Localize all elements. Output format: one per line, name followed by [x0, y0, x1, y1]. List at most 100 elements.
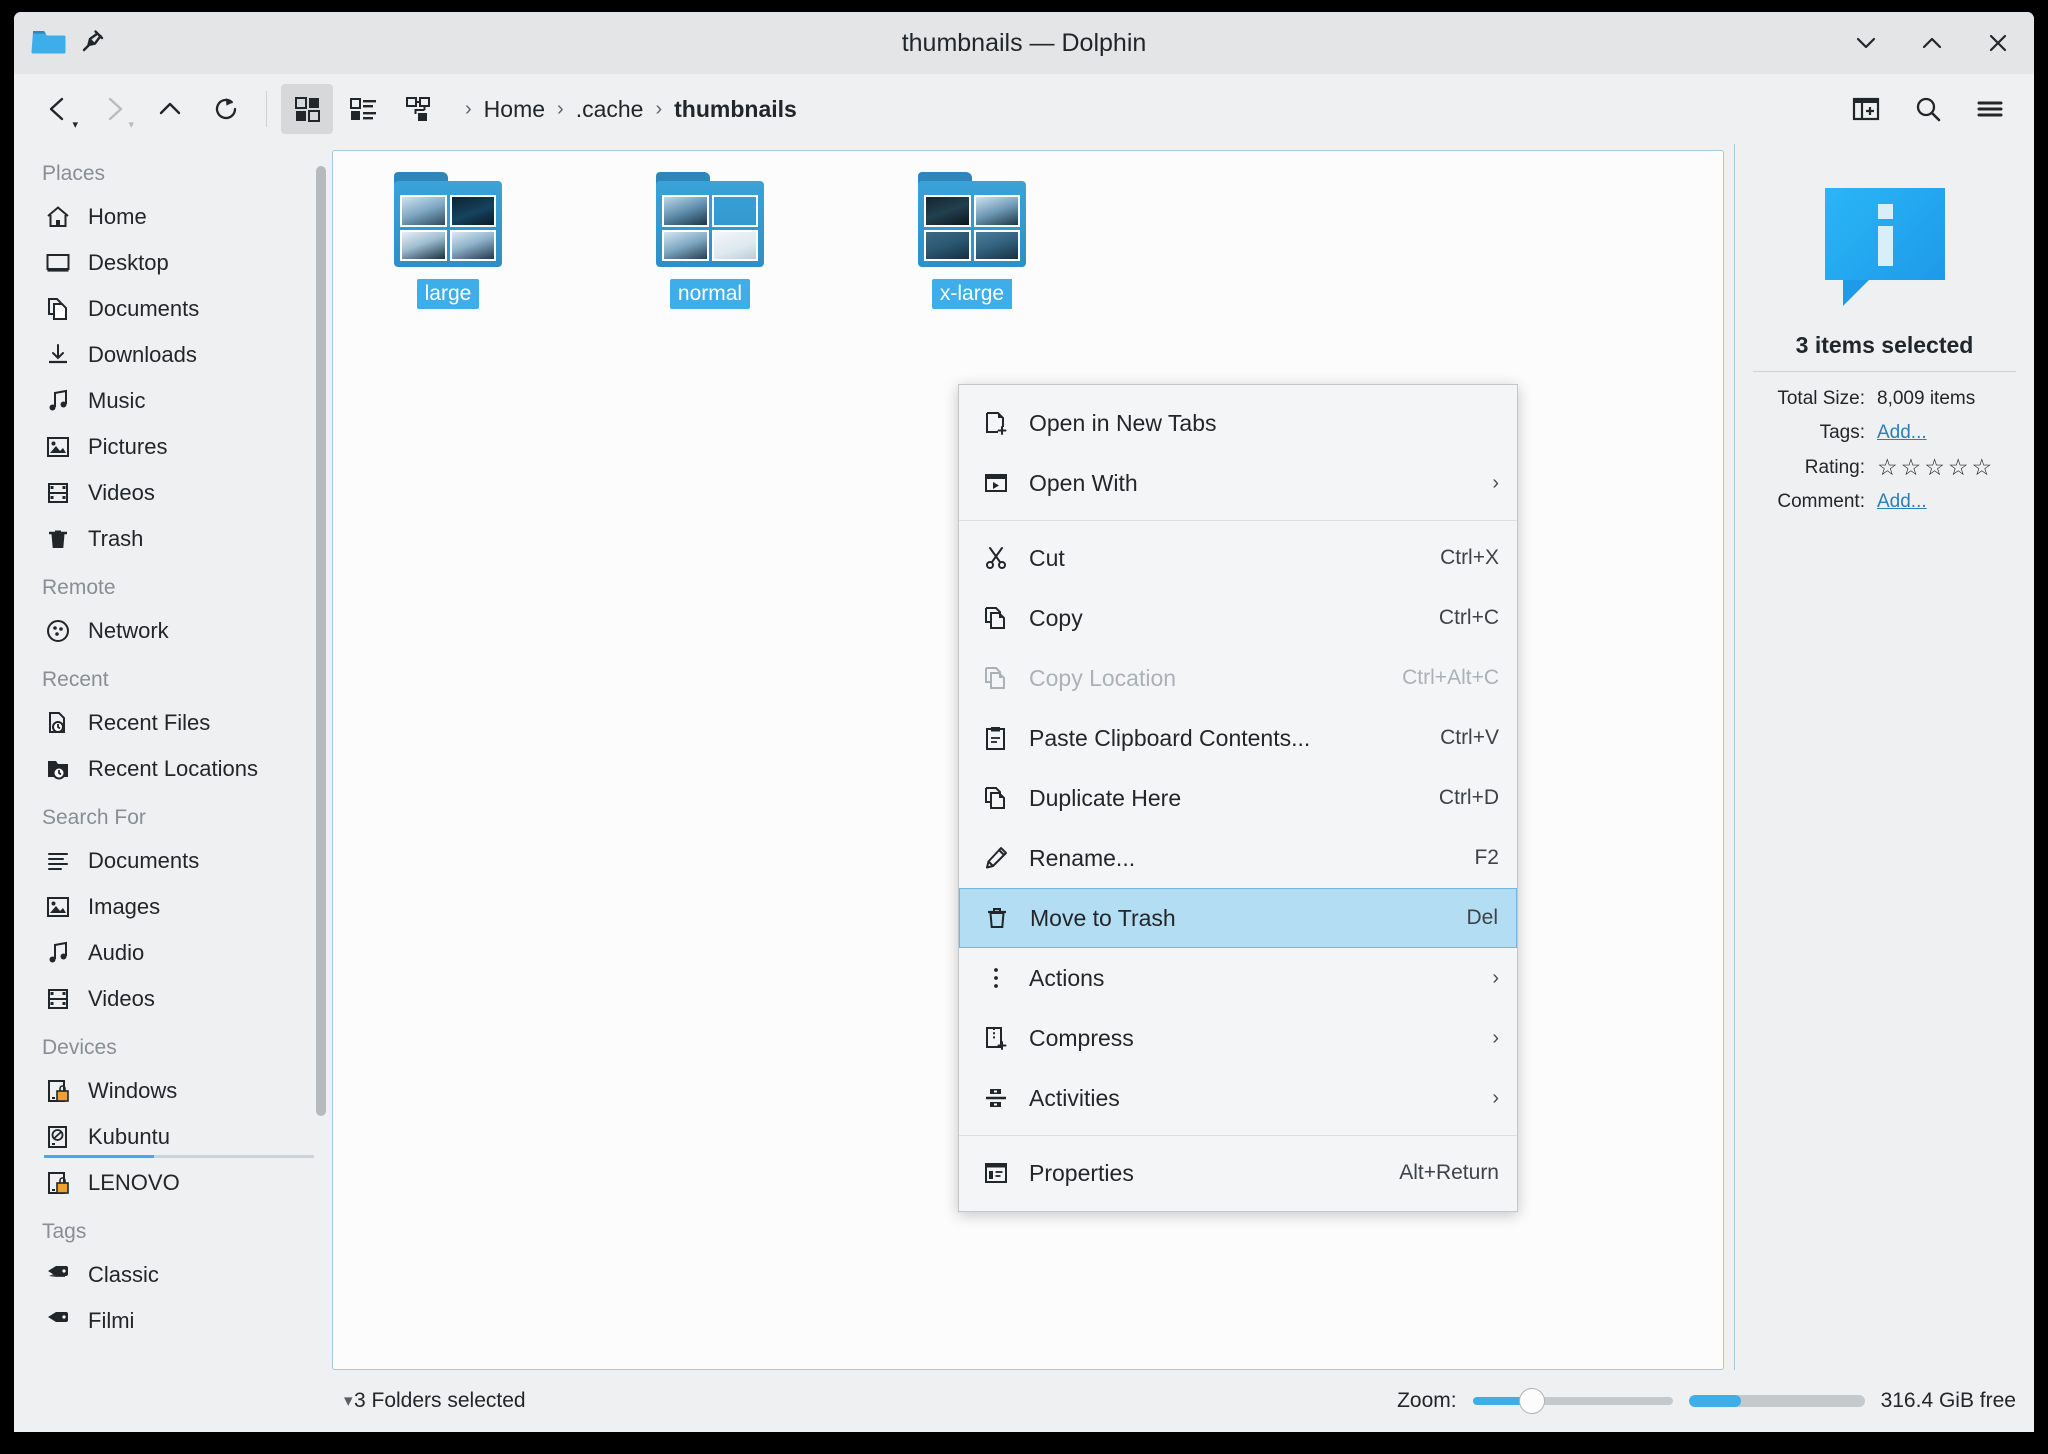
- sidebar-scrollbar[interactable]: [316, 166, 328, 1316]
- view-icons-button[interactable]: [281, 84, 333, 134]
- sidebar-item-videos[interactable]: Videos: [14, 470, 332, 516]
- context-menu[interactable]: Open in New Tabs Open With › Cut Ctrl+X: [958, 384, 1518, 1212]
- sidebar-item-label: Pictures: [88, 434, 167, 460]
- window-title: thumbnails — Dolphin: [14, 29, 2034, 58]
- context-menu-item-open-with[interactable]: Open With ›: [959, 453, 1517, 513]
- context-menu-separator: [959, 520, 1517, 521]
- search-images-icon: [44, 893, 72, 921]
- info-row-comment: Comment: Add...: [1753, 491, 2016, 513]
- file-label[interactable]: large: [417, 279, 480, 309]
- star-icon[interactable]: ☆: [1877, 456, 1898, 479]
- context-menu-item-actions[interactable]: Actions ›: [959, 948, 1517, 1008]
- breadcrumb-item-cache[interactable]: .cache: [576, 96, 644, 123]
- rating-stars[interactable]: ☆ ☆ ☆ ☆ ☆: [1877, 456, 1992, 479]
- music-icon: [44, 387, 72, 415]
- context-menu-item-compress[interactable]: Compress ›: [959, 1008, 1517, 1068]
- forward-dropdown-caret[interactable]: ▾: [128, 120, 134, 131]
- star-icon[interactable]: ☆: [1972, 456, 1993, 479]
- sidebar-item-search-images[interactable]: Images: [14, 884, 332, 930]
- search-icon[interactable]: [1902, 84, 1954, 134]
- info-key: Tags:: [1753, 422, 1877, 444]
- star-icon[interactable]: ☆: [1901, 456, 1922, 479]
- breadcrumb-item-home[interactable]: Home: [484, 96, 545, 123]
- context-menu-item-label: Activities: [1029, 1085, 1464, 1112]
- zoom-slider-handle[interactable]: [1519, 1388, 1545, 1414]
- context-menu-item-move-to-trash[interactable]: Move to Trash Del: [959, 888, 1517, 948]
- activities-icon: [981, 1083, 1011, 1113]
- sidebar-item-label: Desktop: [88, 250, 169, 276]
- sidebar-item-recent-locations[interactable]: Recent Locations: [14, 746, 332, 792]
- view-details-button[interactable]: [393, 84, 445, 134]
- close-button[interactable]: [1978, 23, 2018, 63]
- forward-button[interactable]: ▾: [88, 84, 140, 134]
- pin-icon[interactable]: [80, 28, 106, 59]
- context-menu-item-rename[interactable]: Rename... F2: [959, 828, 1517, 888]
- context-menu-item-properties[interactable]: Properties Alt+Return: [959, 1143, 1517, 1203]
- file-item[interactable]: large: [373, 181, 523, 309]
- context-menu-item-activities[interactable]: Activities ›: [959, 1068, 1517, 1128]
- free-space-bar[interactable]: [1689, 1395, 1865, 1407]
- new-tab-icon: [981, 408, 1011, 438]
- back-button[interactable]: ▾: [32, 84, 84, 134]
- sidebar-item-lenovo[interactable]: LENOVO: [14, 1160, 332, 1206]
- context-menu-separator: [959, 1135, 1517, 1136]
- breadcrumb-item-thumbnails[interactable]: thumbnails: [674, 96, 797, 123]
- view-compact-button[interactable]: [337, 84, 389, 134]
- sidebar-item-tag-filmi[interactable]: Filmi: [14, 1298, 332, 1344]
- sidebar-item-label: Audio: [88, 940, 144, 966]
- file-label[interactable]: normal: [670, 279, 750, 309]
- sidebar-item-home[interactable]: Home: [14, 194, 332, 240]
- comment-add-link[interactable]: Add...: [1877, 491, 1927, 513]
- trash-icon: [44, 525, 72, 553]
- sidebar-item-recent-files[interactable]: Recent Files: [14, 700, 332, 746]
- star-icon[interactable]: ☆: [1948, 456, 1969, 479]
- file-item[interactable]: normal: [635, 181, 785, 309]
- videos-icon: [44, 479, 72, 507]
- context-menu-item-shortcut: F2: [1474, 846, 1499, 870]
- sidebar-item-trash[interactable]: Trash: [14, 516, 332, 562]
- context-menu-item-label: Cut: [1029, 545, 1422, 572]
- context-menu-item-cut[interactable]: Cut Ctrl+X: [959, 528, 1517, 588]
- zoom-slider[interactable]: [1473, 1388, 1673, 1414]
- up-button[interactable]: [144, 84, 196, 134]
- context-menu-item-open-in-new-tabs[interactable]: Open in New Tabs: [959, 393, 1517, 453]
- split-view-button[interactable]: [1840, 84, 1892, 134]
- information-panel: 3 items selected Total Size: 8,009 items…: [1734, 144, 2034, 1370]
- hamburger-menu-icon[interactable]: [1964, 84, 2016, 134]
- sidebar-item-search-audio[interactable]: Audio: [14, 930, 332, 976]
- file-label[interactable]: x-large: [932, 279, 1012, 309]
- rename-icon: [981, 843, 1011, 873]
- sidebar-item-label: Kubuntu: [88, 1124, 170, 1150]
- properties-icon: [981, 1158, 1011, 1188]
- context-menu-item-paste-clipboard-contents[interactable]: Paste Clipboard Contents... Ctrl+V: [959, 708, 1517, 768]
- sidebar-item-windows[interactable]: Windows: [14, 1068, 332, 1114]
- sidebar-item-documents[interactable]: Documents: [14, 286, 332, 332]
- tag-icon: [44, 1261, 72, 1289]
- reload-button[interactable]: [200, 84, 252, 134]
- sidebar-item-pictures[interactable]: Pictures: [14, 424, 332, 470]
- maximize-button[interactable]: [1912, 23, 1952, 63]
- tags-add-link[interactable]: Add...: [1877, 422, 1927, 444]
- chevron-right-icon: ›: [1492, 967, 1499, 990]
- status-expand-caret-icon[interactable]: ▾: [344, 1391, 353, 1411]
- sidebar-item-tag-classic[interactable]: Classic: [14, 1252, 332, 1298]
- breadcrumb: › Home › .cache › thumbnails: [465, 96, 797, 123]
- sidebar-item-network[interactable]: Network: [14, 608, 332, 654]
- sidebar-item-music[interactable]: Music: [14, 378, 332, 424]
- breadcrumb-separator: ›: [655, 98, 662, 121]
- back-dropdown-caret[interactable]: ▾: [72, 120, 78, 131]
- toolbar: ▾ ▾: [14, 74, 2034, 144]
- star-icon[interactable]: ☆: [1924, 456, 1945, 479]
- context-menu-item-duplicate-here[interactable]: Duplicate Here Ctrl+D: [959, 768, 1517, 828]
- file-item[interactable]: x-large: [897, 181, 1047, 309]
- sidebar-item-downloads[interactable]: Downloads: [14, 332, 332, 378]
- info-value: 8,009 items: [1877, 388, 1975, 410]
- sidebar-item-search-videos[interactable]: Videos: [14, 976, 332, 1022]
- chevron-right-icon: ›: [1492, 1087, 1499, 1110]
- sidebar-scrollbar-thumb[interactable]: [316, 166, 326, 1116]
- sidebar-item-desktop[interactable]: Desktop: [14, 240, 332, 286]
- context-menu-item-copy[interactable]: Copy Ctrl+C: [959, 588, 1517, 648]
- sidebar-item-kubuntu[interactable]: Kubuntu: [14, 1114, 332, 1160]
- sidebar-item-search-documents[interactable]: Documents: [14, 838, 332, 884]
- minimize-button[interactable]: [1846, 23, 1886, 63]
